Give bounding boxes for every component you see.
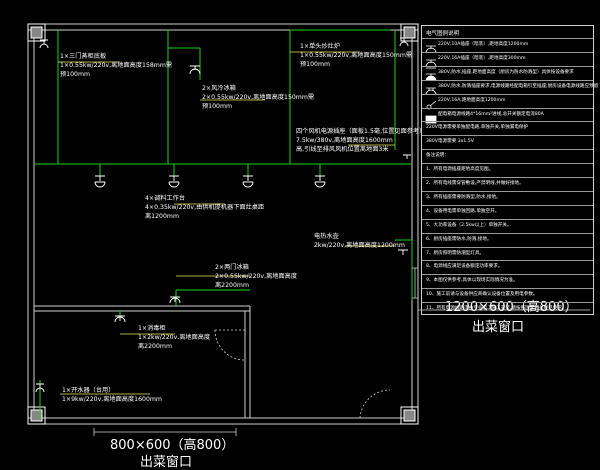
note-title: 1×消毒柜 (138, 325, 166, 332)
legend-row-text: 2、所有电线需穿管敷设,严禁明线,并做好接地。 (426, 181, 524, 186)
equipment-note-6: 2×两门冰箱 2×0.55kw/220v,离地面高度 离2200mm (215, 263, 297, 290)
socket-icon (189, 65, 201, 75)
equipment-note-9: 1×开水器（台用） 1×9kw/220v,离地面高度1600mm (62, 386, 162, 404)
legend-row: 1、所有电源插座距地高度见图。 (422, 163, 593, 177)
equipment-note-2: 2×风冷冰箱 2×0.55kw/220v,离地面高度150mm需 预100mm (202, 84, 314, 111)
legend-row-text: 380V,防水,插座,距地面高度（厨房为防水防溅型）具体按设备要求 (438, 69, 574, 75)
switch-icon (425, 96, 437, 109)
note-title: 电热水壶 (314, 233, 339, 240)
socket-icon (314, 175, 326, 188)
legend-row: 6、厨房插座需防水,防溅,接地。 (422, 232, 593, 247)
note-spec: 2×0.55kw/220v,离地面高度 (215, 273, 298, 280)
note-detail: 高,引线至排风风机位置离地面3米 (296, 146, 389, 153)
legend-row: 10、施工前请与设备供应商确认设备位置及用电参数。 (422, 288, 593, 302)
legend-row: 380V,防水,插座,距地面高度（厨房为防水防溅型）具体按设备要求 (422, 65, 593, 81)
legend-row: 8、电源线应满足设备额定功率要求。 (422, 260, 593, 274)
legend-row-text: 7、厨房照明需防潮型灯具。 (426, 250, 485, 256)
equipment-note-4: 四个风机电源插座（面板1.5毫,位置见面参考） 7.5kw/380v,离地面高度… (296, 127, 425, 154)
legend-row: 380V,防水,防溅插座要求,电源线路经配电箱引至插座;厨房设备电源线路应预留 (422, 79, 598, 95)
legend-row-text: 1、所有电源插座距地高度见图。 (426, 167, 494, 173)
legend-row: 2、所有电线需穿管敷设,严禁明线,并做好接地。 (422, 177, 593, 191)
equipment-note-7: 1×消毒柜 1×2kw/220v,离地面高度 离2200mm (138, 324, 210, 351)
legend-row: 380V电源需要 3x1.5V (422, 135, 593, 149)
legend-row-text: 8、电源线应满足设备额定功率要求。 (426, 264, 503, 270)
note-title: 4×调料工作台 (145, 195, 186, 202)
legend-row-text: 备注说明： (426, 153, 449, 159)
socket-icon (114, 315, 126, 323)
legend-row: 220V电源需要单独配电路,单独开关,单独漏电保护 (422, 121, 593, 135)
legend-row: 配电箱电源线路4*16mm²进线,总开关额定电流80A (422, 107, 593, 123)
note-detail: 离1200mm (145, 213, 179, 220)
legend-row-text: 9、本图仅供参考,具体以现场实际情况为准。 (426, 278, 518, 284)
note-spec: 1×0.55kw/220v,离地面高度150mm需 (300, 52, 413, 59)
legend-title: 电气图例说明 (426, 31, 460, 37)
note-title: 1×三门蒸柜底板 (60, 53, 107, 60)
note-spec: 2kw/220v,离地面高度1200mm (314, 242, 405, 249)
note-spec: 2×0.55kw/220v,离地面高度150mm需 (202, 94, 315, 101)
note-title: 2×风冷冰箱 (202, 85, 236, 92)
note-spec: 4×0.35kw/220v,由供机提机器下面灶桌距 (145, 204, 265, 211)
legend-row-text: 5、大功率设备（2.5kw以上）单独开关。 (426, 222, 512, 228)
socket-icon (169, 296, 181, 304)
socket-icon (168, 175, 180, 188)
note-title: 1×开水器（台用） (62, 387, 115, 394)
legend-panel: 电气图例说明 220V,10A插座（暗装）,距地高度1200mm 220V,16A… (421, 25, 598, 316)
note-detail: 预100mm (60, 71, 91, 78)
legend-row: 11、所有电源线路须由专业电工施工安装,请按照国家相关规范要求。 (422, 302, 593, 316)
legend-row-text: 220V电源需要单独配电路,单独开关,单独漏电保护 (426, 125, 529, 131)
note-title: 2×两门冰箱 (215, 264, 249, 271)
note-spec: 1×9kw/220v,离地面高度1600mm (62, 396, 162, 403)
legend-row: 3、所有插座需要防溅型,防水,接地。 (422, 190, 593, 205)
legend-row: 备注说明： (422, 149, 593, 163)
legend-row-text: 220V,16A,距地面高度1200mm (438, 97, 506, 103)
legend-row-text: 6、厨房插座需防水,防溅,接地。 (426, 236, 492, 242)
equipment-note-3: 1×单头炒灶炉 1×0.55kw/220v,离地面高度150mm需 预100mm (300, 42, 412, 69)
legend-row-text: 4、设备用电需单独回路,单独空开。 (426, 208, 500, 214)
legend-row-text: 配电箱电源线路4*16mm²进线,总开关额定电流80A (438, 111, 544, 117)
legend-row: 220V,16A插座（暗装）,距地高度300mm (422, 51, 593, 69)
waterproof-socket-icon (425, 68, 437, 81)
legend-row: 5、大功率设备（2.5kw以上）单独开关。 (422, 218, 593, 233)
socket-icon (94, 175, 106, 188)
legend-row-text: 380V,防水,防溅插座要求,电源线路经配电箱引至插座;厨房设备电源线路应预留 (438, 83, 599, 89)
legend-row-text: 220V,16A插座（暗装）,距地高度300mm (438, 55, 526, 61)
note-spec: 7.5kw/380v,离地面高度1600mm (296, 137, 393, 144)
legend-row: 9、本图仅供参考,具体以现场实际情况为准。 (422, 274, 593, 288)
equipment-note-8: 电热水壶 2kw/220v,离地面高度1200mm (314, 232, 405, 250)
note-spec: 1×2kw/220v,离地面高度 (138, 334, 211, 341)
note-title: 1×单头炒灶炉 (300, 43, 341, 50)
equipment-note-1: 1×三门蒸柜底板 1×0.55kw/220v,离地面高度158mm需 预100m… (60, 52, 172, 79)
legend-row: 7、厨房照明需防潮型灯具。 (422, 246, 593, 261)
legend-row-text: 380V电源需要 3x1.5V (426, 139, 474, 145)
socket-icon (398, 249, 408, 255)
equipment-note-5: 4×调料工作台 4×0.35kw/220v,由供机提机器下面灶桌距 离1200m… (145, 194, 264, 221)
note-detail: 预100mm (202, 103, 233, 110)
legend-row: 4、设备用电需单独回路,单独空开。 (422, 204, 593, 219)
three-phase-icon (425, 82, 437, 95)
note-detail: 预100mm (300, 61, 331, 68)
socket-icon (403, 154, 411, 159)
right-window-name: 出菜窗口 (472, 320, 525, 335)
legend-row: 220V,10A插座（暗装）,距地高度1200mm (422, 38, 593, 54)
socket-16a-icon (425, 54, 437, 69)
note-detail: 离2200mm (215, 282, 249, 289)
legend-row-text: 10、施工前请与设备供应商确认设备位置及用电参数。 (426, 292, 538, 298)
legend-row: 220V,16A,距地面高度1200mm (422, 93, 593, 109)
legend-row-text: 11、所有电源线路须由专业电工施工安装,请按照国家相关规范要求。 (426, 306, 567, 312)
note-spec: 1×0.55kw/220v,离地面高度158mm需 (60, 62, 173, 69)
legend-row-text: 3、所有插座需要防溅型,防水,接地。 (426, 194, 501, 200)
legend-row-text: 220V,10A插座（暗装）,距地高度1200mm (438, 42, 529, 47)
note-detail: 离2200mm (138, 343, 172, 350)
note-title: 四个风机电源插座（面板1.5毫,位置见面参考） (296, 128, 426, 135)
socket-icon (242, 175, 254, 188)
socket-5a-icon (425, 40, 437, 54)
box-icon (425, 110, 437, 123)
